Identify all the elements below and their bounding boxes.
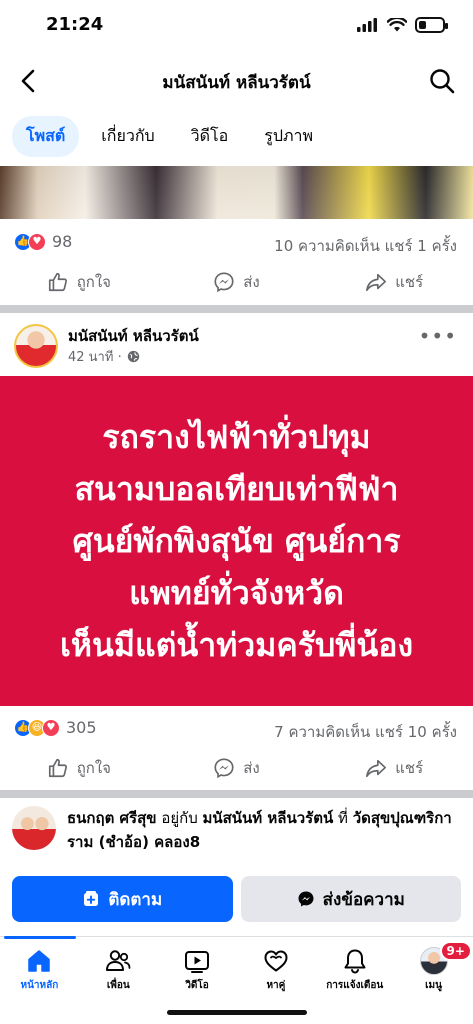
post-actions: ถูกใจ ส่ง แชร์ — [0, 746, 473, 790]
status-time: 21:24 — [46, 14, 104, 35]
nav-label: หาคู่ — [266, 980, 286, 991]
search-button[interactable] — [427, 66, 457, 96]
reaction-icons[interactable]: 👍 😆 ♥ 305 — [14, 718, 97, 737]
messenger-icon — [214, 758, 234, 779]
cellular-signal-icon — [357, 18, 377, 32]
love-reaction-icon: ♥ — [42, 718, 60, 737]
messenger-icon — [214, 272, 234, 293]
message-label: ส่งข้อความ — [322, 889, 405, 910]
nav-dating[interactable]: หาคู่ — [236, 937, 315, 1000]
nav-label: เมนู — [425, 980, 442, 991]
comments-shares-count[interactable]: 7 ความคิดเห็น แชร์ 10 ครั้ง — [274, 720, 457, 744]
nav-menu[interactable]: 9+ เมนู — [394, 937, 473, 1000]
like-label: ถูกใจ — [76, 759, 111, 777]
post-image[interactable] — [0, 166, 473, 219]
thumbs-up-icon — [48, 758, 67, 778]
post-text-line: รถรางไฟฟ้าทั่วปทุม — [102, 418, 371, 456]
post-actions: ถูกใจ ส่ง แชร์ — [0, 260, 473, 304]
send-label: ส่ง — [243, 273, 260, 291]
messenger-icon — [298, 891, 314, 907]
reaction-count: 305 — [66, 718, 97, 737]
nav-label: หน้าหลัก — [20, 980, 59, 991]
at-text: ที่ — [338, 809, 348, 827]
page-header: มนัสนันท์ หลีนวรัตน์ — [0, 56, 473, 106]
share-icon — [366, 273, 387, 292]
nav-notifications[interactable]: การแจ้งเตือน — [315, 937, 394, 1000]
post-separator — [0, 790, 473, 798]
nav-video[interactable]: วิดีโอ — [158, 937, 237, 1000]
follow-icon — [84, 891, 99, 906]
post-text-line: แพทย์ทั่วจังหวัด — [129, 574, 344, 612]
comments-shares-count[interactable]: 10 ความคิดเห็น แชร์ 1 ครั้ง — [274, 234, 457, 258]
send-button[interactable]: ส่ง — [158, 746, 316, 790]
nav-label: การแจ้งเตือน — [326, 980, 384, 991]
thumbs-up-icon — [48, 272, 67, 292]
friends-icon — [106, 950, 131, 971]
home-icon — [28, 950, 51, 972]
tab-videos[interactable]: วิดีโอ — [177, 116, 243, 157]
wifi-icon — [387, 18, 407, 32]
post-header: มนัสนันท์ หลีนวรัตน์ 42 นาที · ••• — [0, 316, 473, 376]
like-button[interactable]: ถูกใจ — [0, 746, 158, 790]
post-text-line: เห็นมีแต่น้ำท่วมครับพี่น้อง — [59, 626, 414, 664]
reaction-summary: 👍 😆 ♥ 305 7 ความคิดเห็น แชร์ 10 ครั้ง — [0, 708, 473, 748]
post-meta: 42 นาที · — [68, 346, 140, 367]
profile-tabs: โพสต์ เกี่ยวกับ วิดีโอ รูปภาพ — [12, 116, 327, 157]
share-button[interactable]: แชร์ — [315, 746, 473, 790]
post-header-text: ธนกฤต ศรีสุข อยู่กับ มนัสนันท์ หลีนวรัตน… — [67, 806, 459, 854]
bell-icon — [344, 949, 366, 974]
status-icons — [357, 17, 448, 33]
notification-badge: 9+ — [439, 941, 472, 961]
next-post-header: ธนกฤต ศรีสุข อยู่กับ มนัสนันท์ หลีนวรัตน… — [0, 800, 473, 860]
home-indicator — [166, 1010, 307, 1015]
reaction-icons[interactable]: 👍 ♥ 98 — [14, 232, 72, 251]
nav-friends[interactable]: เพื่อน — [79, 937, 158, 1000]
more-options-button[interactable]: ••• — [419, 324, 457, 348]
video-icon — [185, 951, 210, 973]
reaction-count: 98 — [52, 232, 73, 251]
status-bar: 21:24 — [0, 0, 473, 50]
dating-icon — [264, 950, 288, 972]
nav-label: เพื่อน — [106, 980, 130, 991]
author-avatar[interactable] — [12, 806, 56, 850]
profile-actions: ติดตาม ส่งข้อความ — [12, 876, 461, 922]
reaction-summary: 👍 ♥ 98 10 ความคิดเห็น แชร์ 1 ครั้ง — [0, 222, 473, 262]
battery-icon — [415, 17, 448, 33]
post-text-line: สนามบอลเทียบเท่าฟีฟ่า — [74, 470, 399, 508]
share-button[interactable]: แชร์ — [315, 260, 473, 304]
love-reaction-icon: ♥ — [28, 232, 46, 251]
message-button[interactable]: ส่งข้อความ — [240, 876, 461, 922]
bottom-navigation: หน้าหลัก เพื่อน วิดีโอ หาคู่ การแจ้งเตือ… — [0, 936, 473, 1000]
nav-label: วิดีโอ — [185, 980, 209, 991]
post-text-line: ศูนย์พักพิงสุนัข ศูนย์การ — [72, 522, 401, 560]
author-name[interactable]: มนัสนันท์ หลีนวรัตน์ — [68, 324, 199, 348]
follow-label: ติดตาม — [108, 889, 163, 910]
tab-posts[interactable]: โพสต์ — [12, 116, 80, 157]
send-button[interactable]: ส่ง — [158, 260, 316, 304]
send-label: ส่ง — [243, 759, 260, 777]
nav-home[interactable]: หน้าหลัก — [0, 937, 79, 1000]
share-label: แชร์ — [395, 759, 424, 777]
like-button[interactable]: ถูกใจ — [0, 260, 158, 304]
globe-icon — [127, 350, 139, 363]
share-label: แชร์ — [395, 273, 424, 291]
search-icon — [430, 69, 455, 94]
share-icon — [366, 759, 387, 778]
tab-photos[interactable]: รูปภาพ — [250, 116, 327, 157]
post-separator — [0, 305, 473, 313]
page-title: มนัสนันท์ หลีนวรัตน์ — [162, 73, 311, 93]
with-text: อยู่กับ — [161, 809, 198, 827]
tagged-user[interactable]: มนัสนันท์ หลีนวรัตน์ — [203, 809, 334, 827]
post-time[interactable]: 42 นาที · — [68, 346, 122, 367]
tab-about[interactable]: เกี่ยวกับ — [87, 116, 168, 157]
follow-button[interactable]: ติดตาม — [12, 876, 233, 922]
author-avatar[interactable] — [14, 324, 58, 368]
text-post-background[interactable]: รถรางไฟฟ้าทั่วปทุม สนามบอลเทียบเท่าฟีฟ่า… — [0, 376, 473, 706]
author-name[interactable]: ธนกฤต ศรีสุข — [67, 809, 157, 827]
like-label: ถูกใจ — [76, 273, 111, 291]
